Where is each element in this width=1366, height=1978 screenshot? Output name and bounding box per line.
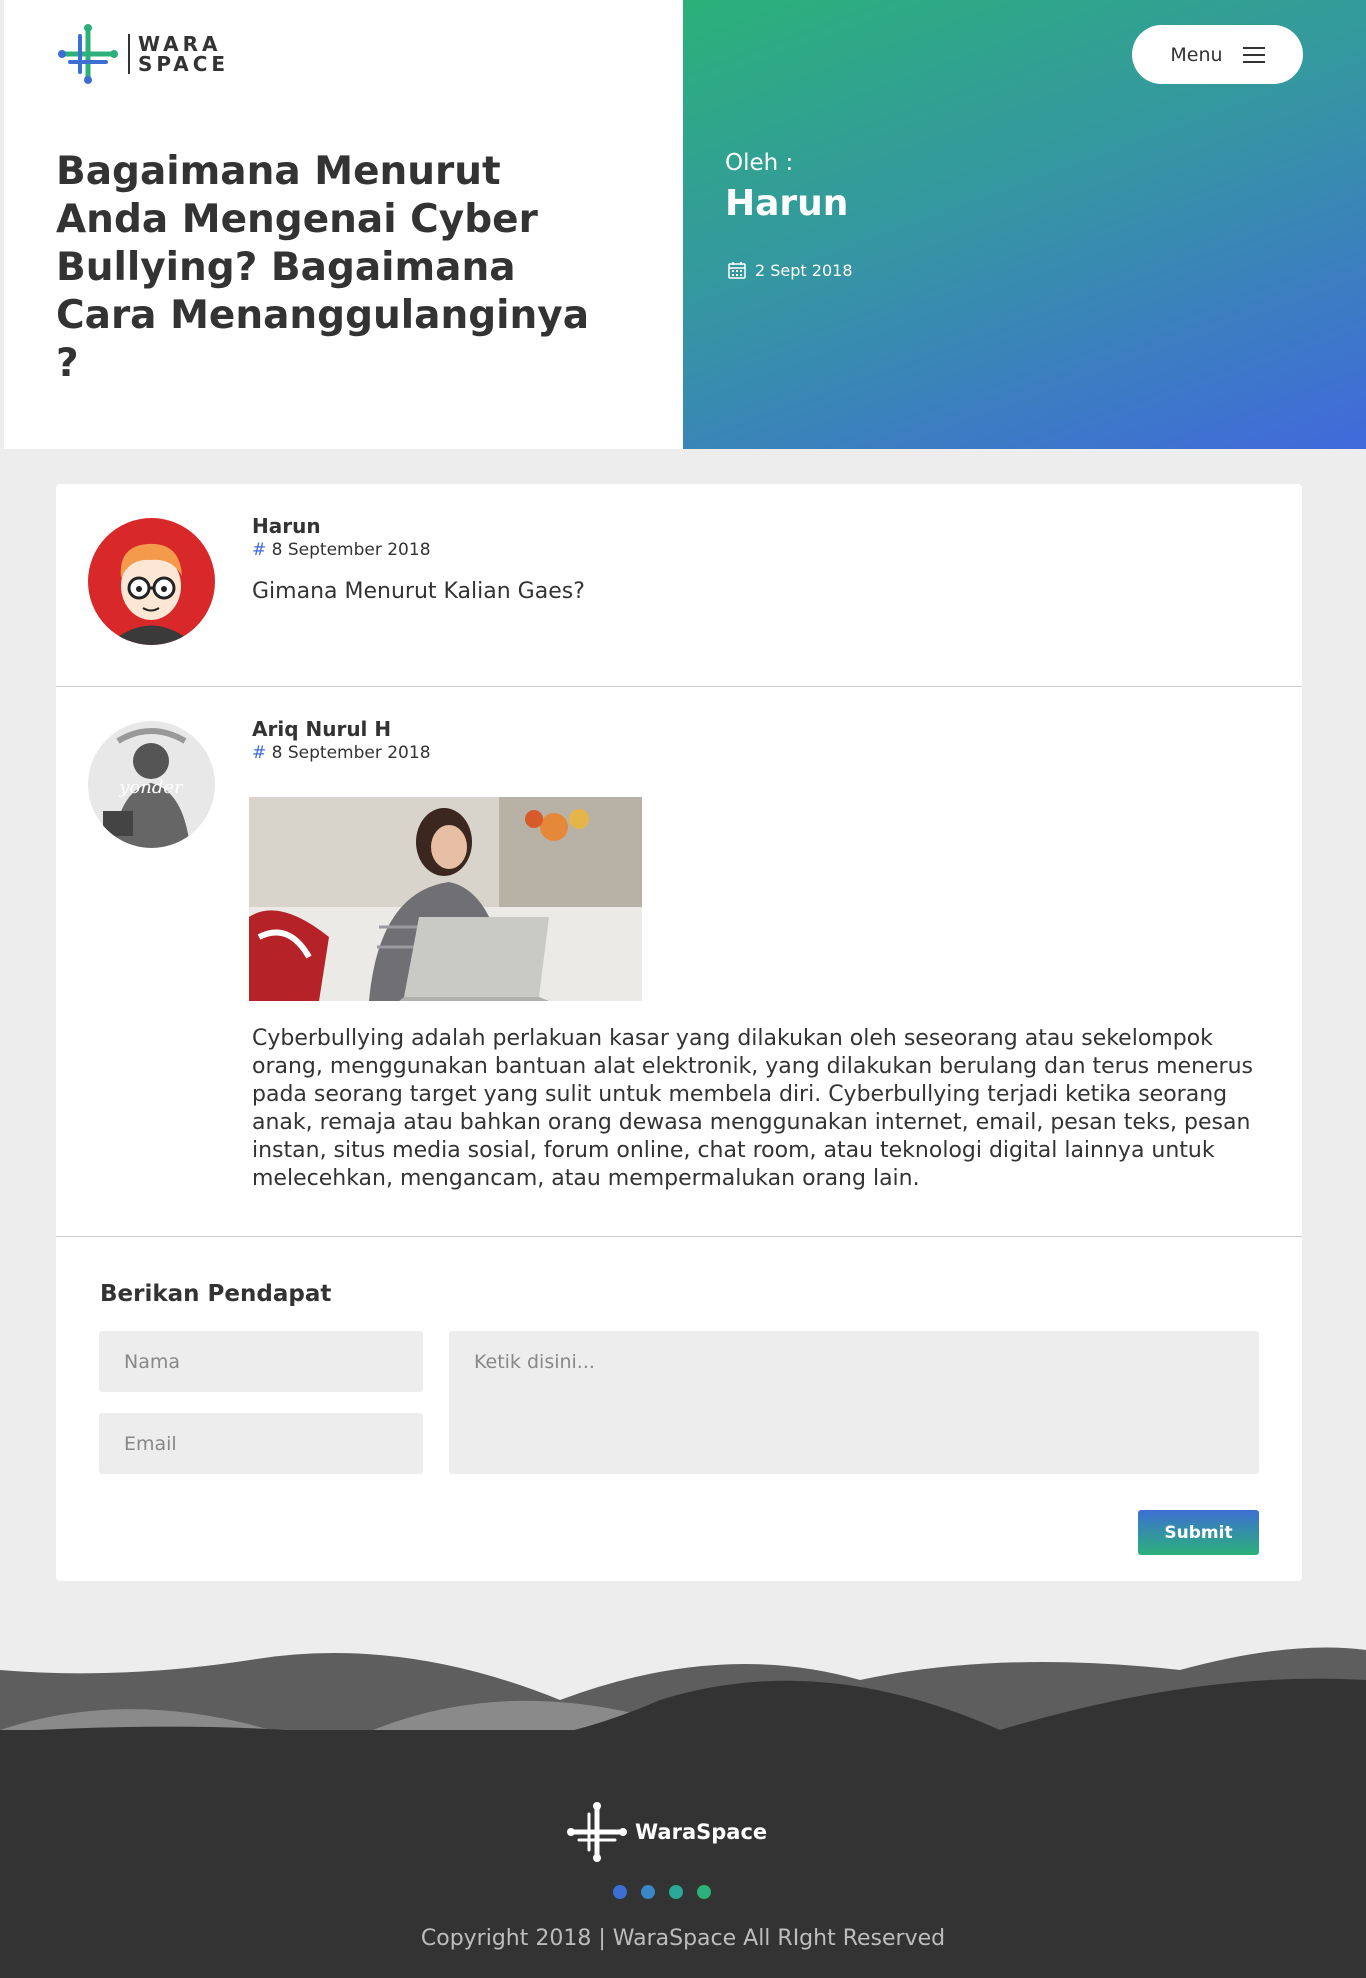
comment-item: Harun # 8 September 2018 Gimana Menurut … — [56, 484, 1302, 687]
email-field[interactable]: Email — [99, 1413, 423, 1474]
logo-wordmark: WARA SPACE — [128, 34, 229, 74]
waraspace-logo-icon — [58, 24, 118, 84]
woman-with-laptop-image — [249, 797, 642, 1001]
copyright-text: Copyright 2018 | WaraSpace All RIght Res… — [420, 1926, 946, 1951]
comment-author: Ariq Nurul H — [252, 717, 392, 741]
dot-icon — [641, 1885, 655, 1899]
dot-icon — [613, 1885, 627, 1899]
footer-dots — [613, 1885, 711, 1899]
page-footer: WaraSpace Copyright 2018 | WaraSpace All… — [0, 1640, 1366, 1978]
hash-icon: # — [252, 540, 267, 560]
hamburger-icon — [1242, 46, 1265, 63]
discussion-card: Harun # 8 September 2018 Gimana Menurut … — [56, 484, 1302, 1581]
hash-icon: # — [252, 743, 267, 763]
waraspace-logo-icon — [567, 1802, 627, 1862]
footer-brand: WaraSpace — [635, 1820, 768, 1844]
dot-icon — [669, 1885, 683, 1899]
author-label: Oleh : — [725, 150, 794, 176]
footer-logo[interactable]: WaraSpace — [565, 1800, 767, 1864]
post-date-text: 2 Sept 2018 — [755, 260, 853, 280]
page-header: WARA SPACE Bagaimana Menurut Anda Mengen… — [0, 0, 1366, 449]
email-placeholder: Email — [124, 1432, 177, 1455]
cartoon-avatar-icon — [88, 518, 215, 645]
comment-form-title: Berikan Pendapat — [100, 1281, 332, 1307]
comment-text: Gimana Menurut Kalian Gaes? — [252, 579, 585, 604]
header-left-panel: WARA SPACE Bagaimana Menurut Anda Mengen… — [4, 0, 683, 449]
post-date: 2 Sept 2018 — [727, 260, 853, 280]
calendar-icon — [728, 262, 746, 279]
author-name: Harun — [725, 183, 849, 224]
comment-item: yonder Ariq Nurul H # 8 September 2018 C… — [56, 687, 1302, 1237]
comment-author: Harun — [252, 514, 321, 538]
avatar-caption: yonder — [118, 777, 184, 798]
dot-icon — [697, 1885, 711, 1899]
logo-line2: SPACE — [138, 52, 230, 76]
comment-date: # 8 September 2018 — [252, 743, 431, 763]
menu-button[interactable]: Menu — [1132, 25, 1303, 84]
logo-line1: WARA — [138, 32, 222, 56]
message-placeholder: Ketik disini... — [474, 1351, 595, 1373]
photo-avatar-icon: yonder — [88, 721, 215, 848]
comment-date: # 8 September 2018 — [252, 540, 431, 560]
message-textarea[interactable]: Ketik disini... — [449, 1331, 1259, 1474]
comment-date-text: 8 September 2018 — [271, 743, 431, 763]
submit-button[interactable]: Submit — [1138, 1510, 1259, 1555]
name-field[interactable]: Nama — [99, 1331, 423, 1392]
avatar[interactable] — [88, 518, 215, 645]
menu-label: Menu — [1170, 43, 1223, 66]
comment-image[interactable] — [249, 797, 642, 1001]
comment-date-text: 8 September 2018 — [271, 540, 431, 560]
page-title: Bagaimana Menurut Anda Mengenai Cyber Bu… — [56, 149, 590, 386]
site-logo[interactable]: WARA SPACE — [56, 22, 229, 86]
comment-text: Cyberbullying adalah perlakuan kasar yan… — [252, 1026, 1253, 1191]
avatar[interactable]: yonder — [88, 721, 215, 848]
name-placeholder: Nama — [124, 1350, 181, 1373]
